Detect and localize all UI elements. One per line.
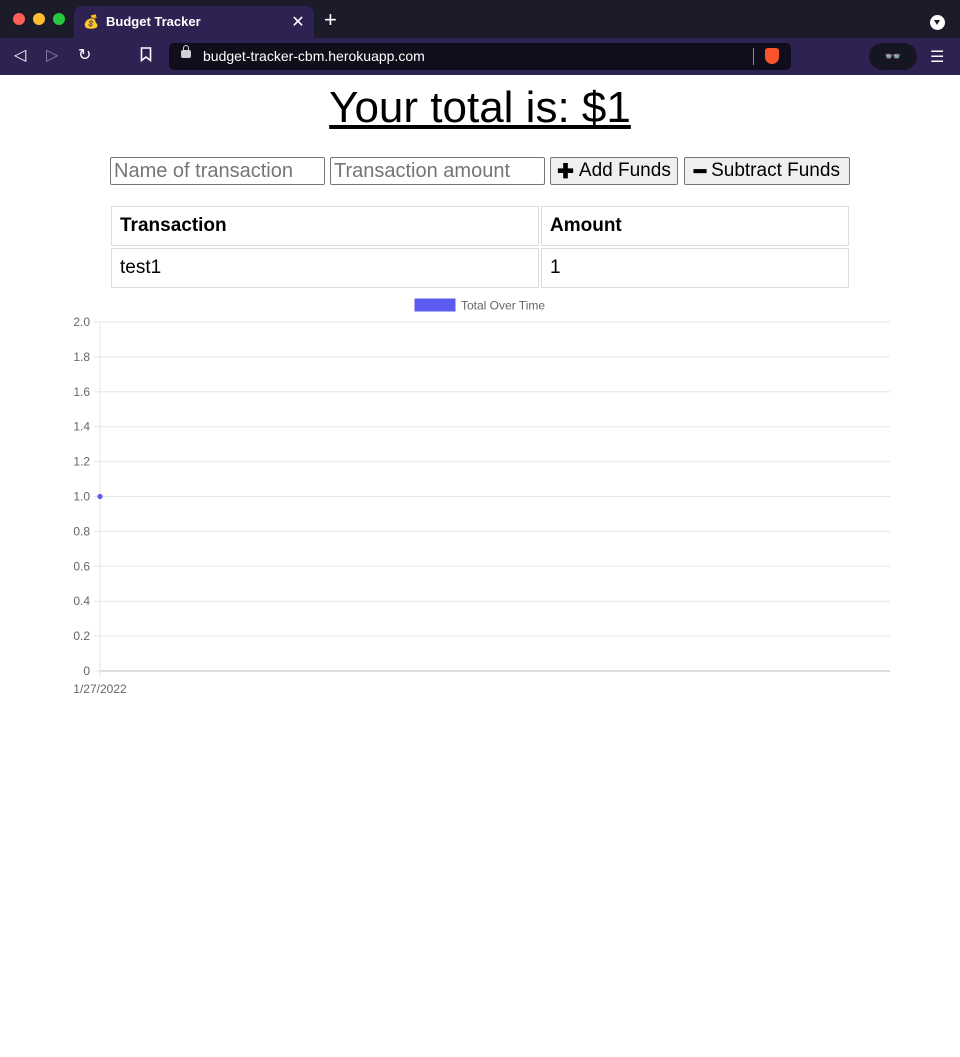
y-tick-label: 1.8 [73,350,90,364]
data-point[interactable] [97,493,103,500]
address-bar[interactable]: budget-tracker-cbm.herokuapp.com [169,43,791,70]
browser-tab[interactable]: 💰 Budget Tracker ✕ [74,6,314,38]
url-text: budget-tracker-cbm.herokuapp.com [203,48,425,64]
chart-legend[interactable]: Total Over Time [414,298,545,313]
reload-icon[interactable]: ↻ [78,47,91,65]
y-tick-label: 2.0 [73,315,90,329]
browser-toolbar: ◁ ▷ ↻ budget-tracker-cbm.herokuapp.com 👓… [0,38,960,75]
tab-menu-icon[interactable] [930,15,945,30]
forward-icon[interactable]: ▷ [46,47,58,65]
back-icon[interactable]: ◁ [14,47,26,65]
add-funds-button[interactable]: ✚ Add Funds [550,157,678,185]
y-axis: 2.0 1.8 1.6 1.4 1.2 1.0 0.8 0.6 0.4 0.2 0 [73,315,90,678]
y-tick-label: 0.2 [73,629,90,643]
y-tick-label: 1.2 [73,455,90,469]
page-content: Your total is: $1 ✚ Add Funds ━ Subtract… [0,75,960,1057]
chart-grid [94,321,890,677]
y-tick-label: 0.6 [73,559,90,573]
brave-shield-icon[interactable] [765,48,779,64]
maximize-window-button[interactable] [53,13,65,25]
amount-column-header: Amount [541,206,849,246]
table-header-row: Transaction Amount [111,206,849,246]
new-tab-icon[interactable]: + [324,9,337,31]
transaction-amount-input[interactable] [330,157,545,185]
tab-close-icon[interactable]: ✕ [288,12,308,32]
add-funds-label: Add Funds [578,160,671,181]
subtract-funds-button[interactable]: ━ Subtract Funds [684,157,850,185]
subtract-funds-label: Subtract Funds [711,160,840,181]
y-tick-label: 0.4 [73,594,90,608]
plus-icon: ✚ [557,160,574,183]
minimize-window-button[interactable] [33,13,45,25]
lock-icon [181,45,191,58]
legend-swatch [414,298,456,312]
close-window-button[interactable] [13,13,25,25]
y-tick-label: 1.0 [73,490,90,504]
tab-strip: 💰 Budget Tracker ✕ + [0,0,960,38]
y-tick-label: 0 [83,664,90,678]
x-tick-label: 1/27/2022 [73,682,127,696]
total-over-time-chart: 2.0 1.8 1.6 1.4 1.2 1.0 0.8 0.6 0.4 0.2 0 1/27/202… [73,298,890,696]
private-glasses-icon[interactable]: 👓 [869,43,917,70]
transaction-name-input[interactable] [110,157,325,185]
tab-title: Budget Tracker [106,14,201,29]
legend-label: Total Over Time [461,299,545,313]
transactions-table: Transaction Amount test1 1 [109,204,851,290]
transaction-amount-cell: 1 [541,248,849,288]
bookmark-icon[interactable] [140,47,152,67]
money-bag-icon: 💰 [83,14,100,29]
y-tick-label: 0.8 [73,524,90,538]
total-heading: Your total is: $1 [329,83,631,132]
minus-icon: ━ [694,160,707,183]
url-separator [753,48,754,65]
transaction-column-header: Transaction [111,206,539,246]
chart-series [97,493,103,500]
x-axis: 1/27/2022 [73,682,127,696]
y-tick-label: 1.6 [73,385,90,399]
table-row: test1 1 [111,248,849,288]
y-tick-label: 1.4 [73,420,90,434]
transaction-name-cell: test1 [111,248,539,288]
hamburger-menu-icon[interactable]: ☰ [930,47,944,67]
